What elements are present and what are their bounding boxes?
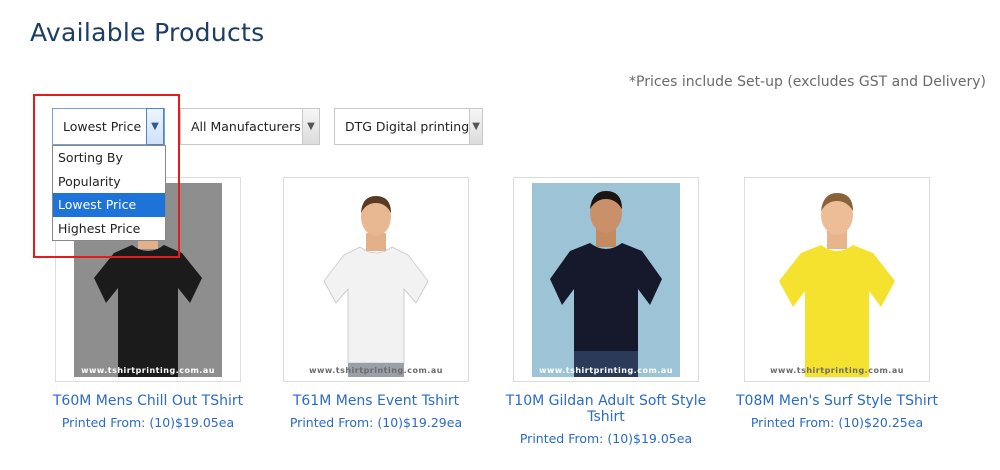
product-card: www.tshirtprinting.com.au T10M Gildan Ad… bbox=[501, 177, 711, 446]
sort-dropdown-list: Sorting By Popularity Lowest Price Highe… bbox=[52, 145, 166, 241]
watermark: www.tshirtprinting.com.au bbox=[81, 366, 215, 375]
print-method-select-value: DTG Digital printing bbox=[345, 119, 470, 134]
product-price: Printed From: (10)$19.29ea bbox=[289, 415, 463, 430]
product-price: Printed From: (10)$19.05ea bbox=[519, 431, 693, 446]
watermark: www.tshirtprinting.com.au bbox=[309, 366, 443, 375]
chevron-down-icon[interactable]: ▼ bbox=[146, 108, 164, 145]
sort-option-popularity[interactable]: Popularity bbox=[53, 170, 165, 194]
product-image[interactable]: www.tshirtprinting.com.au bbox=[744, 177, 930, 382]
product-card: www.tshirtprinting.com.au T61M Mens Even… bbox=[271, 177, 481, 430]
product-name-link[interactable]: T61M Mens Event Tshirt bbox=[271, 393, 481, 409]
product-card: www.tshirtprinting.com.au T08M Men's Sur… bbox=[732, 177, 942, 430]
price-note: *Prices include Set-up (excludes GST and… bbox=[629, 74, 986, 90]
product-name-link[interactable]: T60M Mens Chill Out TShirt bbox=[43, 393, 253, 409]
product-photo bbox=[532, 183, 680, 377]
manufacturer-select[interactable]: All Manufacturers ▼ bbox=[180, 108, 320, 145]
sort-option-sorting-by[interactable]: Sorting By bbox=[53, 146, 165, 170]
sort-select-value: Lowest Price bbox=[63, 119, 142, 134]
product-name-link[interactable]: T08M Men's Surf Style TShirt bbox=[732, 393, 942, 409]
product-image[interactable]: www.tshirtprinting.com.au bbox=[513, 177, 699, 382]
chevron-down-icon[interactable]: ▼ bbox=[302, 109, 319, 144]
sort-select[interactable]: Lowest Price ▼ bbox=[52, 108, 165, 145]
product-image[interactable]: www.tshirtprinting.com.au bbox=[283, 177, 469, 382]
product-price: Printed From: (10)$19.05ea bbox=[61, 415, 235, 430]
product-name-link[interactable]: T10M Gildan Adult Soft Style Tshirt bbox=[501, 393, 711, 425]
watermark: www.tshirtprinting.com.au bbox=[770, 366, 904, 375]
manufacturer-select-value: All Manufacturers bbox=[191, 119, 301, 134]
print-method-select[interactable]: DTG Digital printing ▼ bbox=[334, 108, 483, 145]
sort-option-highest-price[interactable]: Highest Price bbox=[53, 217, 165, 241]
product-photo bbox=[302, 183, 450, 377]
watermark: www.tshirtprinting.com.au bbox=[539, 366, 673, 375]
page-title: Available Products bbox=[30, 18, 265, 47]
product-photo bbox=[763, 183, 911, 377]
chevron-down-icon[interactable]: ▼ bbox=[469, 109, 482, 144]
product-price: Printed From: (10)$20.25ea bbox=[750, 415, 924, 430]
sort-option-lowest-price[interactable]: Lowest Price bbox=[53, 193, 165, 217]
